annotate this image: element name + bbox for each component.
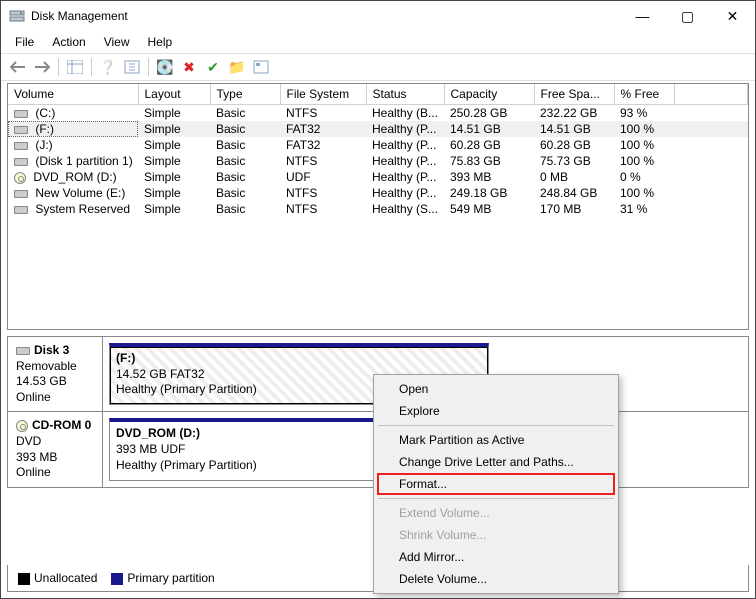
partition-label: (F:) [116,351,482,367]
context-menu-item-open[interactable]: Open [377,378,615,400]
col-layout[interactable]: Layout [138,84,210,105]
arrow-right-icon [34,61,50,73]
dvd-icon [14,172,26,184]
disk-size: 14.53 GB [16,374,94,390]
forward-button[interactable] [31,56,53,78]
hdd-icon [14,142,28,150]
context-menu-item-shrink-volume: Shrink Volume... [377,524,615,546]
disk-state: Online [16,390,94,406]
context-menu-item-mark-partition-as-active[interactable]: Mark Partition as Active [377,429,615,451]
menu-file[interactable]: File [7,33,42,51]
table-row[interactable]: DVD_ROM (D:)SimpleBasicUDFHealthy (P...3… [8,169,748,185]
hdd-icon [14,126,28,134]
refresh-button[interactable] [121,56,143,78]
context-menu-item-explore[interactable]: Explore [377,400,615,422]
disk-size: 393 MB [16,450,94,466]
menu-action[interactable]: Action [44,33,93,51]
disk-header[interactable]: CD-ROM 0 DVD393 MBOnline [8,412,103,486]
disk-action-icon: 💽 [156,60,173,74]
hdd-icon [16,347,30,355]
table-row[interactable]: New Volume (E:)SimpleBasicNTFSHealthy (P… [8,185,748,201]
hdd-icon [14,206,28,214]
table-row[interactable]: (J:)SimpleBasicFAT32Healthy (P...60.28 G… [8,137,748,153]
delete-button[interactable]: ✖ [178,56,200,78]
action-button[interactable]: 💽 [154,56,176,78]
context-menu-item-format[interactable]: Format... [377,473,615,495]
table-header[interactable]: Volume Layout Type File System Status Ca… [8,84,748,105]
disk-state: Online [16,465,94,481]
col-type[interactable]: Type [210,84,280,105]
volume-table[interactable]: Volume Layout Type File System Status Ca… [8,84,748,217]
hdd-icon [14,110,28,118]
legend-primary: Primary partition [127,571,214,585]
back-button[interactable] [7,56,29,78]
legend-swatch-unallocated [18,573,30,585]
check-icon: ✔ [207,60,219,74]
disk-type: DVD [16,434,94,450]
hdd-icon [14,190,28,198]
col-capacity[interactable]: Capacity [444,84,534,105]
maximize-button[interactable]: ▢ [665,1,710,31]
context-menu-item-delete-volume[interactable]: Delete Volume... [377,568,615,590]
approve-button[interactable]: ✔ [202,56,224,78]
col-fs[interactable]: File System [280,84,366,105]
titlebar: Disk Management — ▢ ✕ [1,1,755,31]
col-pct[interactable]: % Free [614,84,674,105]
context-menu-item-add-mirror[interactable]: Add Mirror... [377,546,615,568]
context-menu-item-extend-volume: Extend Volume... [377,502,615,524]
properties-button[interactable] [250,56,272,78]
menu-help[interactable]: Help [140,33,181,51]
context-menu-separator [378,498,614,499]
dvd-icon [16,420,28,432]
grid-icon [67,60,83,74]
show-hide-tree-button[interactable] [64,56,86,78]
volume-list-container: Volume Layout Type File System Status Ca… [7,83,749,330]
disk-mgmt-icon [9,8,25,24]
table-row[interactable]: System ReservedSimpleBasicNTFSHealthy (S… [8,201,748,217]
delete-icon: ✖ [183,60,195,74]
menubar: File Action View Help [1,31,755,53]
table-row[interactable]: (Disk 1 partition 1)SimpleBasicNTFSHealt… [8,153,748,169]
context-menu-item-change-drive-letter-and-paths[interactable]: Change Drive Letter and Paths... [377,451,615,473]
properties-icon [253,60,269,74]
legend-swatch-primary [111,573,123,585]
table-row[interactable]: (C:)SimpleBasicNTFSHealthy (B...250.28 G… [8,105,748,122]
toolbar: ❔ 💽 ✖ ✔ 📁 [1,53,755,81]
new-button[interactable]: 📁 [226,56,248,78]
disk-name: CD-ROM 0 [32,418,91,432]
arrow-left-icon [10,61,26,73]
table-row[interactable]: (F:)SimpleBasicFAT32Healthy (P...14.51 G… [8,121,748,137]
disk-name: Disk 3 [34,343,69,357]
close-button[interactable]: ✕ [710,1,755,31]
context-menu: OpenExplore Mark Partition as ActiveChang… [373,374,619,594]
minimize-button[interactable]: — [620,1,665,31]
col-volume[interactable]: Volume [8,84,138,105]
window-title: Disk Management [31,9,620,23]
menu-view[interactable]: View [96,33,138,51]
disk-type: Removable [16,359,94,375]
help-icon: ❔ [99,60,116,74]
hdd-icon [14,158,28,166]
col-status[interactable]: Status [366,84,444,105]
disk-management-window: Disk Management — ▢ ✕ File Action View H… [0,0,756,599]
help-button[interactable]: ❔ [97,56,119,78]
context-menu-separator [378,425,614,426]
folder-add-icon: 📁 [228,60,245,74]
legend-unallocated: Unallocated [34,571,97,585]
disk-header[interactable]: Disk 3 Removable14.53 GBOnline [8,337,103,411]
col-free[interactable]: Free Spa... [534,84,614,105]
refresh-icon [124,60,140,74]
